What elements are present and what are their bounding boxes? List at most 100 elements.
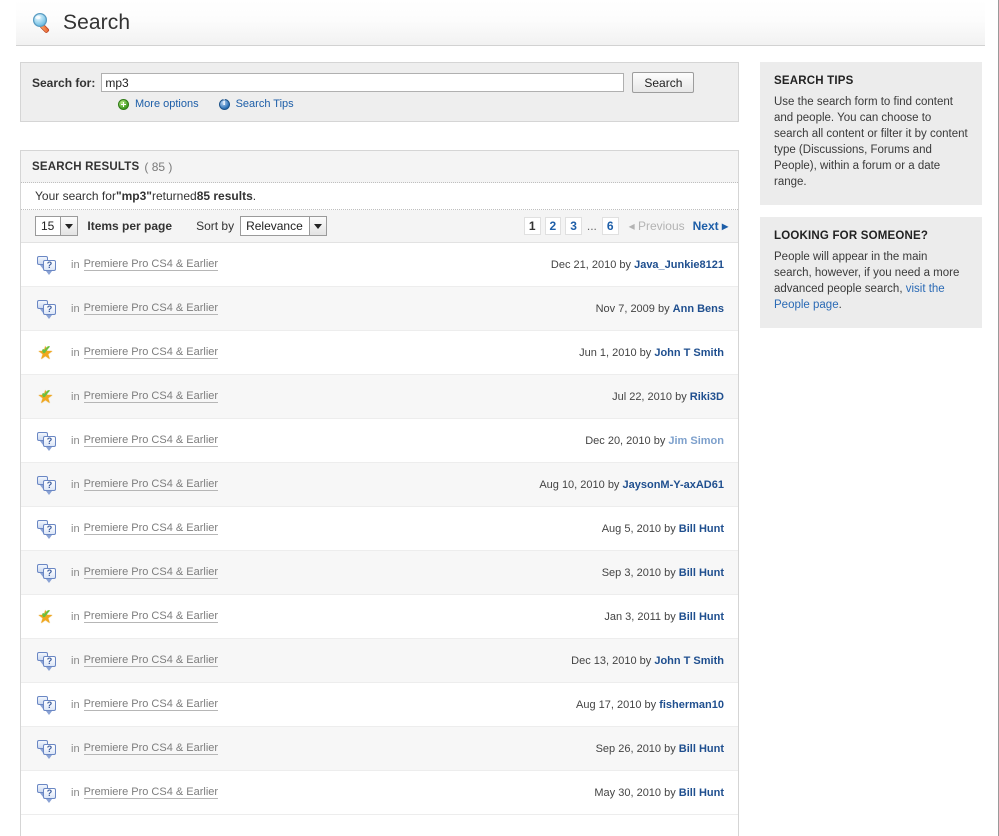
- page-ellipsis: ...: [586, 219, 597, 233]
- search-for-label: Search for:: [32, 75, 96, 90]
- info-circle-icon: [218, 98, 230, 110]
- people-body-after: .: [838, 299, 842, 311]
- answered-star-icon: [37, 344, 56, 362]
- author-link[interactable]: Bill Hunt: [679, 611, 724, 623]
- discussion-question-icon: ?: [36, 564, 56, 583]
- row-icon-cell: ?: [21, 564, 71, 583]
- page-link-1[interactable]: 1: [523, 217, 541, 235]
- row-meta: Aug 17, 2010 by fisherman10: [576, 699, 724, 711]
- table-row[interactable]: ? in Premiere Pro CS4 & Earlier Sep 3, 2010…: [21, 551, 738, 595]
- row-date: Dec 20, 2010 by: [585, 434, 669, 447]
- forum-link[interactable]: Premiere Pro CS4 & Earlier: [83, 654, 219, 667]
- table-row[interactable]: ? in Premiere Pro CS4 & Earlier Aug 10, 201…: [21, 463, 738, 507]
- author-link[interactable]: Ann Bens: [673, 303, 724, 315]
- row-date: Dec 21, 2010 by: [550, 258, 635, 271]
- author-link[interactable]: Bill Hunt: [679, 523, 724, 535]
- people-heading: LOOKING FOR SOMEONE?: [774, 230, 929, 242]
- search-input[interactable]: [101, 73, 625, 92]
- row-meta: Aug 10, 2010 by JaysonM-Y-axAD61: [539, 479, 724, 491]
- forum-link[interactable]: Premiere Pro CS4 & Earlier: [83, 434, 219, 447]
- in-label: in: [71, 346, 80, 359]
- author-link[interactable]: Riki3D: [690, 391, 724, 403]
- table-row[interactable]: inPremiere Pro CS4 & Earlier Jun 1, 2010 …: [21, 331, 738, 375]
- summary-count: 85 results: [196, 189, 253, 203]
- author-link[interactable]: Bill Hunt: [679, 787, 724, 799]
- in-label: in: [71, 786, 80, 799]
- summary-prefix: Your search for: [35, 189, 116, 203]
- table-row[interactable]: ? in Premiere Pro CS4 & Earlier Nov 7, 2009…: [21, 287, 738, 331]
- search-tips-link[interactable]: Search Tips: [236, 98, 294, 110]
- table-row[interactable]: ? in Premiere Pro CS4 & Earlier May 30, 201…: [21, 771, 738, 815]
- row-meta: Jun 1, 2010 by John T Smith: [579, 347, 724, 359]
- table-row[interactable]: ? in Premiere Pro CS4 & Earlier Aug 17, 201…: [21, 683, 738, 727]
- forum-link[interactable]: Premiere Pro CS4 & Earlier: [83, 258, 219, 271]
- discussion-question-icon: ?: [36, 696, 56, 715]
- row-meta: Aug 5, 2010 by Bill Hunt: [602, 523, 724, 535]
- page-link-3[interactable]: 3: [565, 217, 582, 235]
- row-meta: May 30, 2010 by Bill Hunt: [594, 787, 724, 799]
- row-icon-cell: [21, 388, 71, 406]
- page-title: Search: [63, 10, 131, 34]
- answered-star-icon: [37, 608, 56, 626]
- row-icon-cell: ?: [21, 476, 71, 495]
- author-link[interactable]: John T Smith: [654, 347, 724, 359]
- table-row[interactable]: inPremiere Pro CS4 & Earlier Jul 22, 2010…: [21, 375, 738, 419]
- discussion-question-icon: ?: [36, 476, 56, 495]
- row-icon-cell: ?: [21, 256, 71, 275]
- in-label: in: [71, 742, 80, 755]
- table-row[interactable]: ? in Premiere Pro CS4 & Earlier Dec 13, 201…: [21, 639, 738, 683]
- author-link[interactable]: fisherman10: [659, 699, 724, 711]
- forum-link[interactable]: Premiere Pro CS4 & Earlier: [83, 742, 219, 755]
- row-date: May 30, 2010 by: [594, 786, 679, 799]
- forum-link[interactable]: Premiere Pro CS4 & Earlier: [83, 390, 219, 403]
- table-row[interactable]: ? in Premiere Pro CS4 & Earlier Dec 21, 201…: [21, 243, 738, 287]
- forum-link[interactable]: Premiere Pro CS4 & Earlier: [83, 478, 219, 491]
- author-link[interactable]: Bill Hunt: [679, 743, 724, 755]
- page-link-2[interactable]: 2: [544, 217, 562, 235]
- row-meta: Jul 22, 2010 by Riki3D: [612, 391, 724, 403]
- pagination: 1 2 3 ... 6 ◂ Previous Next ▸: [523, 217, 728, 235]
- page-root: Search Search for: Search More options S…: [0, 0, 999, 836]
- forum-link[interactable]: Premiere Pro CS4 & Earlier: [83, 698, 219, 711]
- table-row[interactable]: ? in Premiere Pro CS4 & Earlier Aug 5, 2010…: [21, 507, 738, 551]
- forum-link[interactable]: Premiere Pro CS4 & Earlier: [83, 610, 219, 623]
- items-per-page-label: Items per page: [87, 219, 173, 233]
- forum-link[interactable]: Premiere Pro CS4 & Earlier: [83, 302, 219, 315]
- forum-link[interactable]: Premiere Pro CS4 & Earlier: [83, 786, 219, 799]
- in-label: in: [71, 566, 80, 579]
- search-tips-panel: SEARCH TIPS Use the search form to find …: [760, 62, 982, 205]
- discussion-question-icon: ?: [36, 256, 56, 275]
- more-options-link[interactable]: More options: [135, 98, 199, 110]
- items-per-page-select[interactable]: 15: [35, 216, 79, 236]
- author-link[interactable]: Bill Hunt: [679, 567, 724, 579]
- discussion-question-icon: ?: [36, 300, 56, 319]
- search-button[interactable]: Search: [632, 72, 695, 93]
- row-meta: Nov 7, 2009 by Ann Bens: [596, 303, 724, 315]
- chevron-down-icon: [308, 217, 326, 235]
- in-label: in: [71, 610, 80, 623]
- in-label: in: [71, 390, 80, 403]
- next-label: Next: [692, 219, 719, 233]
- forum-link[interactable]: Premiere Pro CS4 & Earlier: [83, 522, 219, 535]
- table-row[interactable]: inPremiere Pro CS4 & Earlier Jan 3, 2011 …: [21, 595, 738, 639]
- row-meta: Dec 13, 2010 by John T Smith: [571, 655, 724, 667]
- author-link[interactable]: John T Smith: [654, 655, 724, 667]
- table-row[interactable]: ? in Premiere Pro CS4 & Earlier Sep 26, 201…: [21, 727, 738, 771]
- author-link[interactable]: Jim Simon: [668, 435, 724, 447]
- search-results-panel: SEARCH RESULTS ( 85 ) Your search for "m…: [20, 150, 739, 836]
- next-page-button[interactable]: Next ▸: [693, 219, 728, 233]
- page-link-last[interactable]: 6: [601, 217, 619, 235]
- row-date: Jul 22, 2010 by: [612, 390, 690, 403]
- table-row[interactable]: ? in Premiere Pro CS4 & Earlier Dec 20, 201…: [21, 419, 738, 463]
- row-date: Dec 13, 2010 by: [571, 654, 655, 667]
- search-tips-body: Use the search form to find content and …: [774, 96, 968, 188]
- author-link[interactable]: JaysonM-Y-axAD61: [623, 479, 725, 491]
- chevron-down-icon: [60, 217, 78, 235]
- author-link[interactable]: Java_Junkie8121: [634, 259, 724, 271]
- forum-link[interactable]: Premiere Pro CS4 & Earlier: [83, 566, 219, 579]
- forum-link[interactable]: Premiere Pro CS4 & Earlier: [83, 346, 219, 359]
- row-icon-cell: ?: [21, 432, 71, 451]
- results-count: ( 85 ): [144, 159, 173, 174]
- page-header: Search: [16, 0, 985, 46]
- sort-by-select[interactable]: Relevance: [240, 216, 327, 236]
